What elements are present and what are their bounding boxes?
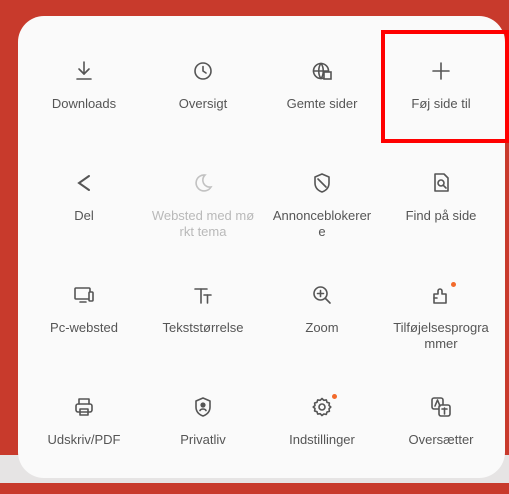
- menu-item-label: Oversigt: [178, 96, 228, 111]
- shield-block-icon: [307, 168, 337, 198]
- desktop-site-icon: [69, 280, 99, 310]
- translate-icon: [426, 392, 456, 422]
- notification-badge: [451, 282, 456, 287]
- notification-badge: [332, 394, 337, 399]
- share-icon: [69, 168, 99, 198]
- menu-item-share[interactable]: Del: [26, 158, 142, 270]
- menu-item-desktop-site[interactable]: Pc-websted: [26, 270, 142, 382]
- menu-item-label: Del: [74, 208, 94, 223]
- add-ons-icon: [426, 280, 456, 310]
- highlight-box: [381, 30, 509, 143]
- menu-item-downloads[interactable]: Downloads: [26, 46, 142, 158]
- menu-item-print-pdf[interactable]: Udskriv/PDF: [26, 382, 142, 494]
- menu-item-zoom[interactable]: Zoom: [264, 270, 380, 382]
- find-on-page-icon: [426, 168, 456, 198]
- menu-item-label: Downloads: [51, 96, 117, 111]
- menu-item-label: Websted med mørkt tema: [151, 208, 255, 239]
- clock-icon: [188, 56, 218, 86]
- menu-item-label: Indstillinger: [289, 432, 355, 447]
- menu-item-history[interactable]: Oversigt: [145, 46, 261, 158]
- menu-item-translator[interactable]: Oversætter: [383, 382, 499, 494]
- menu-item-label: Udskriv/PDF: [47, 432, 121, 447]
- menu-item-label: Zoom: [305, 320, 339, 335]
- menu-item-find-on-page[interactable]: Find på side: [383, 158, 499, 270]
- menu-item-label: Privatliv: [180, 432, 226, 447]
- menu-item-dark-theme[interactable]: Websted med mørkt tema: [145, 158, 261, 270]
- menu-item-privacy[interactable]: Privatliv: [145, 382, 261, 494]
- menu-item-label: Pc-websted: [50, 320, 118, 335]
- text-size-icon: [188, 280, 218, 310]
- privacy-shield-icon: [188, 392, 218, 422]
- moon-icon: [188, 168, 218, 198]
- menu-item-label: Tekststørrelse: [162, 320, 244, 335]
- menu-item-label: Oversætter: [408, 432, 474, 447]
- menu-item-settings[interactable]: Indstillinger: [264, 382, 380, 494]
- gear-icon: [307, 392, 337, 422]
- menu-item-text-size[interactable]: Tekststørrelse: [145, 270, 261, 382]
- menu-item-label: Annonceblokerere: [272, 208, 372, 239]
- print-icon: [69, 392, 99, 422]
- zoom-in-icon: [307, 280, 337, 310]
- menu-item-label: Tilføjelsesprogrammer: [393, 320, 489, 351]
- menu-item-ad-blockers[interactable]: Annonceblokerere: [264, 158, 380, 270]
- menu-item-saved-pages[interactable]: Gemte sider: [264, 46, 380, 158]
- menu-item-add-ons[interactable]: Tilføjelsesprogrammer: [383, 270, 499, 382]
- download-icon: [69, 56, 99, 86]
- menu-item-label: Gemte sider: [286, 96, 358, 111]
- menu-item-label: Find på side: [405, 208, 477, 223]
- saved-pages-globe-icon: [307, 56, 337, 86]
